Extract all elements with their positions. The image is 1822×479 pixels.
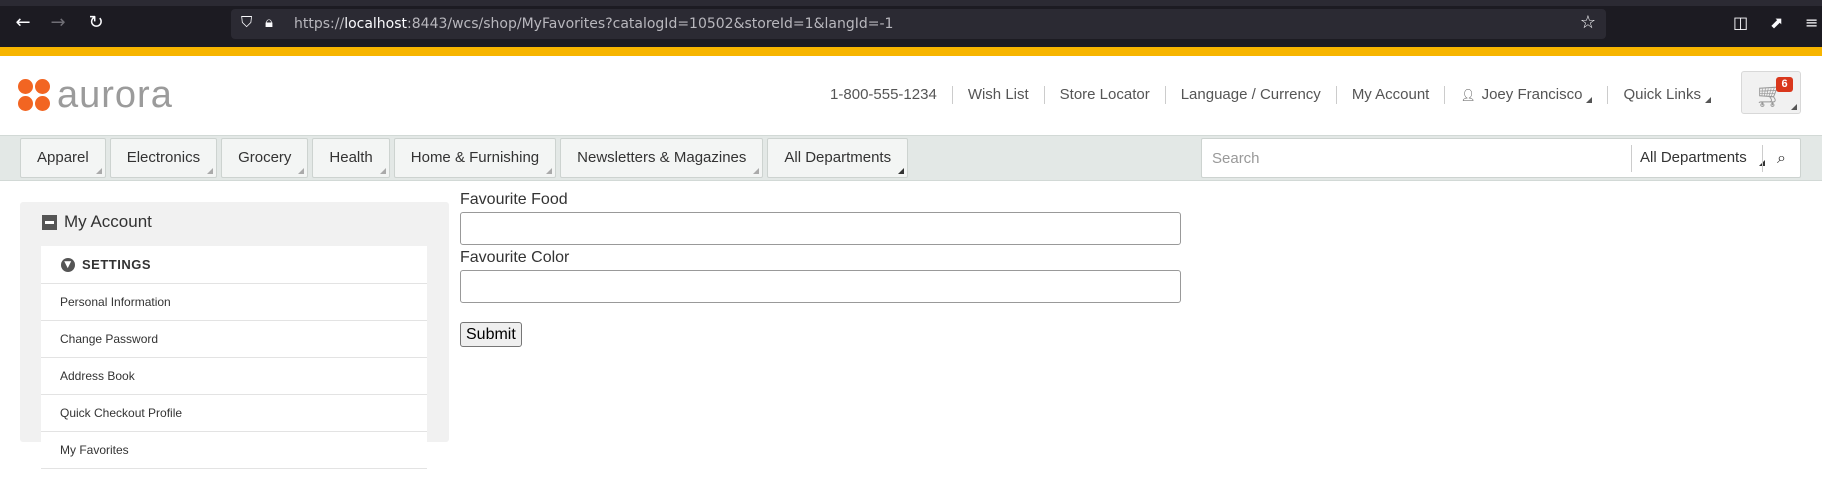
cart-count-badge: 6 <box>1776 77 1793 92</box>
favourite-color-label: Favourite Color <box>460 249 570 266</box>
dept-tab-label: Home & Furnishing <box>410 149 540 166</box>
dept-tab-apparel[interactable]: Apparel <box>20 138 106 178</box>
corner-icon <box>898 168 905 174</box>
logo-text: aurora <box>57 74 173 116</box>
dept-tab-all-departments[interactable]: All Departments <box>767 138 909 178</box>
favourite-food-label: Favourite Food <box>460 191 568 208</box>
main-content: My Account ▼ SETTINGS Personal Informati… <box>0 181 1822 469</box>
lock-icon[interactable]: 🔒︎ <box>265 13 273 31</box>
sidebar-title-text: My Account <box>64 212 152 231</box>
user-menu[interactable]: 👤︎ Joey Francisco <box>1445 86 1609 104</box>
forward-icon[interactable]: → <box>47 12 69 34</box>
menu-icon[interactable]: ≡ <box>1805 13 1818 32</box>
search-box: All Departments ⌕ <box>1201 138 1801 178</box>
dept-tab-electronics[interactable]: Electronics <box>109 138 218 178</box>
search-icon[interactable]: ⌕ <box>1763 139 1800 177</box>
dept-tab-grocery[interactable]: Grocery <box>221 138 309 178</box>
language-currency-link[interactable]: Language / Currency <box>1166 86 1337 104</box>
sidebar-item-quick-checkout-profile[interactable]: Quick Checkout Profile <box>41 395 427 432</box>
phone-link[interactable]: 1-800-555-1234 <box>815 86 953 104</box>
corner-icon <box>207 168 214 174</box>
dept-tab-home-furnishing[interactable]: Home & Furnishing <box>393 138 557 178</box>
corner-icon <box>546 168 553 174</box>
sidebar-panel: ▼ SETTINGS Personal Information Change P… <box>41 246 427 469</box>
favourite-color-input[interactable] <box>460 270 1181 303</box>
dept-tab-label: Health <box>329 149 373 166</box>
dept-tab-label: Grocery <box>238 149 292 166</box>
url-host: localhost <box>344 16 408 32</box>
header-links: 1-800-555-1234 Wish List Store Locator L… <box>815 86 1726 104</box>
search-scope-select[interactable]: All Departments <box>1640 149 1765 166</box>
sidebar-item-my-favorites[interactable]: My Favorites <box>41 432 427 469</box>
settings-section-header[interactable]: ▼ SETTINGS <box>41 246 427 284</box>
site-header: aurora 1-800-555-1234 Wish List Store Lo… <box>0 56 1822 135</box>
wish-list-link[interactable]: Wish List <box>953 86 1045 104</box>
corner-icon <box>298 168 305 174</box>
dept-tab-health[interactable]: Health <box>312 138 390 178</box>
search-scope-label: All Departments <box>1640 149 1747 166</box>
account-sidebar: My Account ▼ SETTINGS Personal Informati… <box>20 202 449 469</box>
url-prefix: https:// <box>294 16 345 32</box>
store-locator-link[interactable]: Store Locator <box>1045 86 1166 104</box>
url-path: :8443/wcs/shop/MyFavorites?catalogId=105… <box>407 16 894 32</box>
logo-mark-icon <box>18 78 51 112</box>
corner-icon <box>95 168 102 174</box>
caret-icon <box>1791 104 1797 110</box>
settings-section-label: SETTINGS <box>82 257 152 272</box>
dept-tab-label: Electronics <box>126 149 201 166</box>
user-name: Joey Francisco <box>1481 86 1583 103</box>
chevron-down-icon: ▼ <box>61 257 75 272</box>
sidebar-item-personal-information[interactable]: Personal Information <box>41 284 427 321</box>
address-bar[interactable]: ⛉ 🔒︎ https://localhost:8443/wcs/shop/MyF… <box>231 9 1606 39</box>
search-input[interactable] <box>1202 139 1632 177</box>
dept-tab-label: Newsletters & Magazines <box>577 149 747 166</box>
favourite-food-input[interactable] <box>460 212 1181 245</box>
caret-icon <box>1705 97 1711 103</box>
dept-tab-label: Apparel <box>37 149 89 166</box>
caret-icon <box>1586 97 1593 103</box>
back-icon[interactable]: ← <box>12 12 34 34</box>
bookmark-star-icon[interactable]: ☆ <box>1580 12 1596 33</box>
cart-button[interactable]: 🛒︎ 6 <box>1741 71 1801 114</box>
quick-links-menu[interactable]: Quick Links <box>1608 86 1726 104</box>
url-text[interactable]: https://localhost:8443/wcs/shop/MyFavori… <box>294 16 893 32</box>
pocket-icon[interactable]: ◫ <box>1733 13 1748 32</box>
reload-icon[interactable]: ↻ <box>85 12 107 34</box>
my-account-link[interactable]: My Account <box>1337 86 1446 104</box>
browser-tab-strip <box>0 0 1822 6</box>
corner-icon <box>379 168 386 174</box>
corner-icon <box>753 168 760 174</box>
sidebar-item-change-password[interactable]: Change Password <box>41 321 427 358</box>
sidebar-title[interactable]: My Account <box>42 212 152 232</box>
extensions-icon[interactable]: ⬈ <box>1770 13 1783 32</box>
sidebar-item-address-book[interactable]: Address Book <box>41 358 427 395</box>
quick-links-label: Quick Links <box>1623 86 1701 103</box>
browser-toolbar: ← → ↻ ⛉ 🔒︎ https://localhost:8443/wcs/sh… <box>0 0 1822 47</box>
logo[interactable]: aurora <box>18 76 173 114</box>
divider <box>1631 145 1632 172</box>
dept-tab-newsletters-magazines[interactable]: Newsletters & Magazines <box>560 138 764 178</box>
accent-strip <box>0 47 1822 56</box>
shield-icon[interactable]: ⛉ <box>241 13 252 31</box>
department-nav: Apparel Electronics Grocery Health Home … <box>0 135 1822 181</box>
collapse-icon <box>42 214 57 230</box>
dept-tab-label: All Departments <box>784 149 892 166</box>
user-icon: 👤︎ <box>1460 88 1476 102</box>
department-tabs: Apparel Electronics Grocery Health Home … <box>20 138 912 178</box>
submit-button[interactable]: Submit <box>460 322 522 347</box>
favorites-form: Favourite Food Favourite Color Submit <box>460 191 1181 347</box>
